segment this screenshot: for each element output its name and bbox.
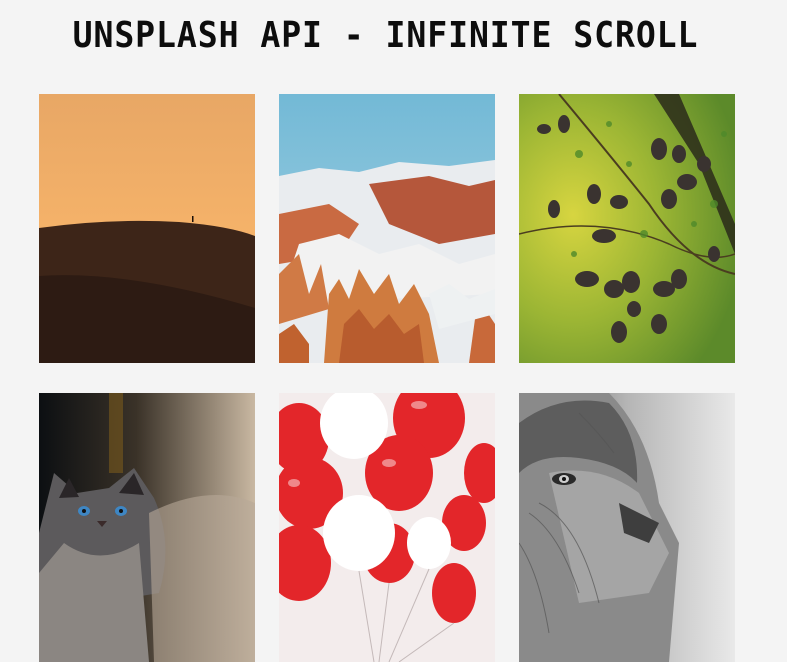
lion-image <box>519 393 735 662</box>
balloons-image <box>279 393 495 662</box>
page-title: UNSPLASH API - INFINITE SCROLL <box>72 15 699 56</box>
butterflies-image <box>519 94 735 363</box>
image-tile-butterflies[interactable] <box>519 94 735 363</box>
image-grid <box>39 94 735 662</box>
image-tile-balloons[interactable] <box>279 393 495 662</box>
image-tile-lion[interactable] <box>519 393 735 662</box>
desert-dune-image <box>39 94 255 363</box>
cat-image <box>39 393 255 662</box>
canyon-image <box>279 94 495 363</box>
image-tile-desert[interactable] <box>39 94 255 363</box>
image-tile-cat[interactable] <box>39 393 255 662</box>
image-tile-canyon[interactable] <box>279 94 495 363</box>
